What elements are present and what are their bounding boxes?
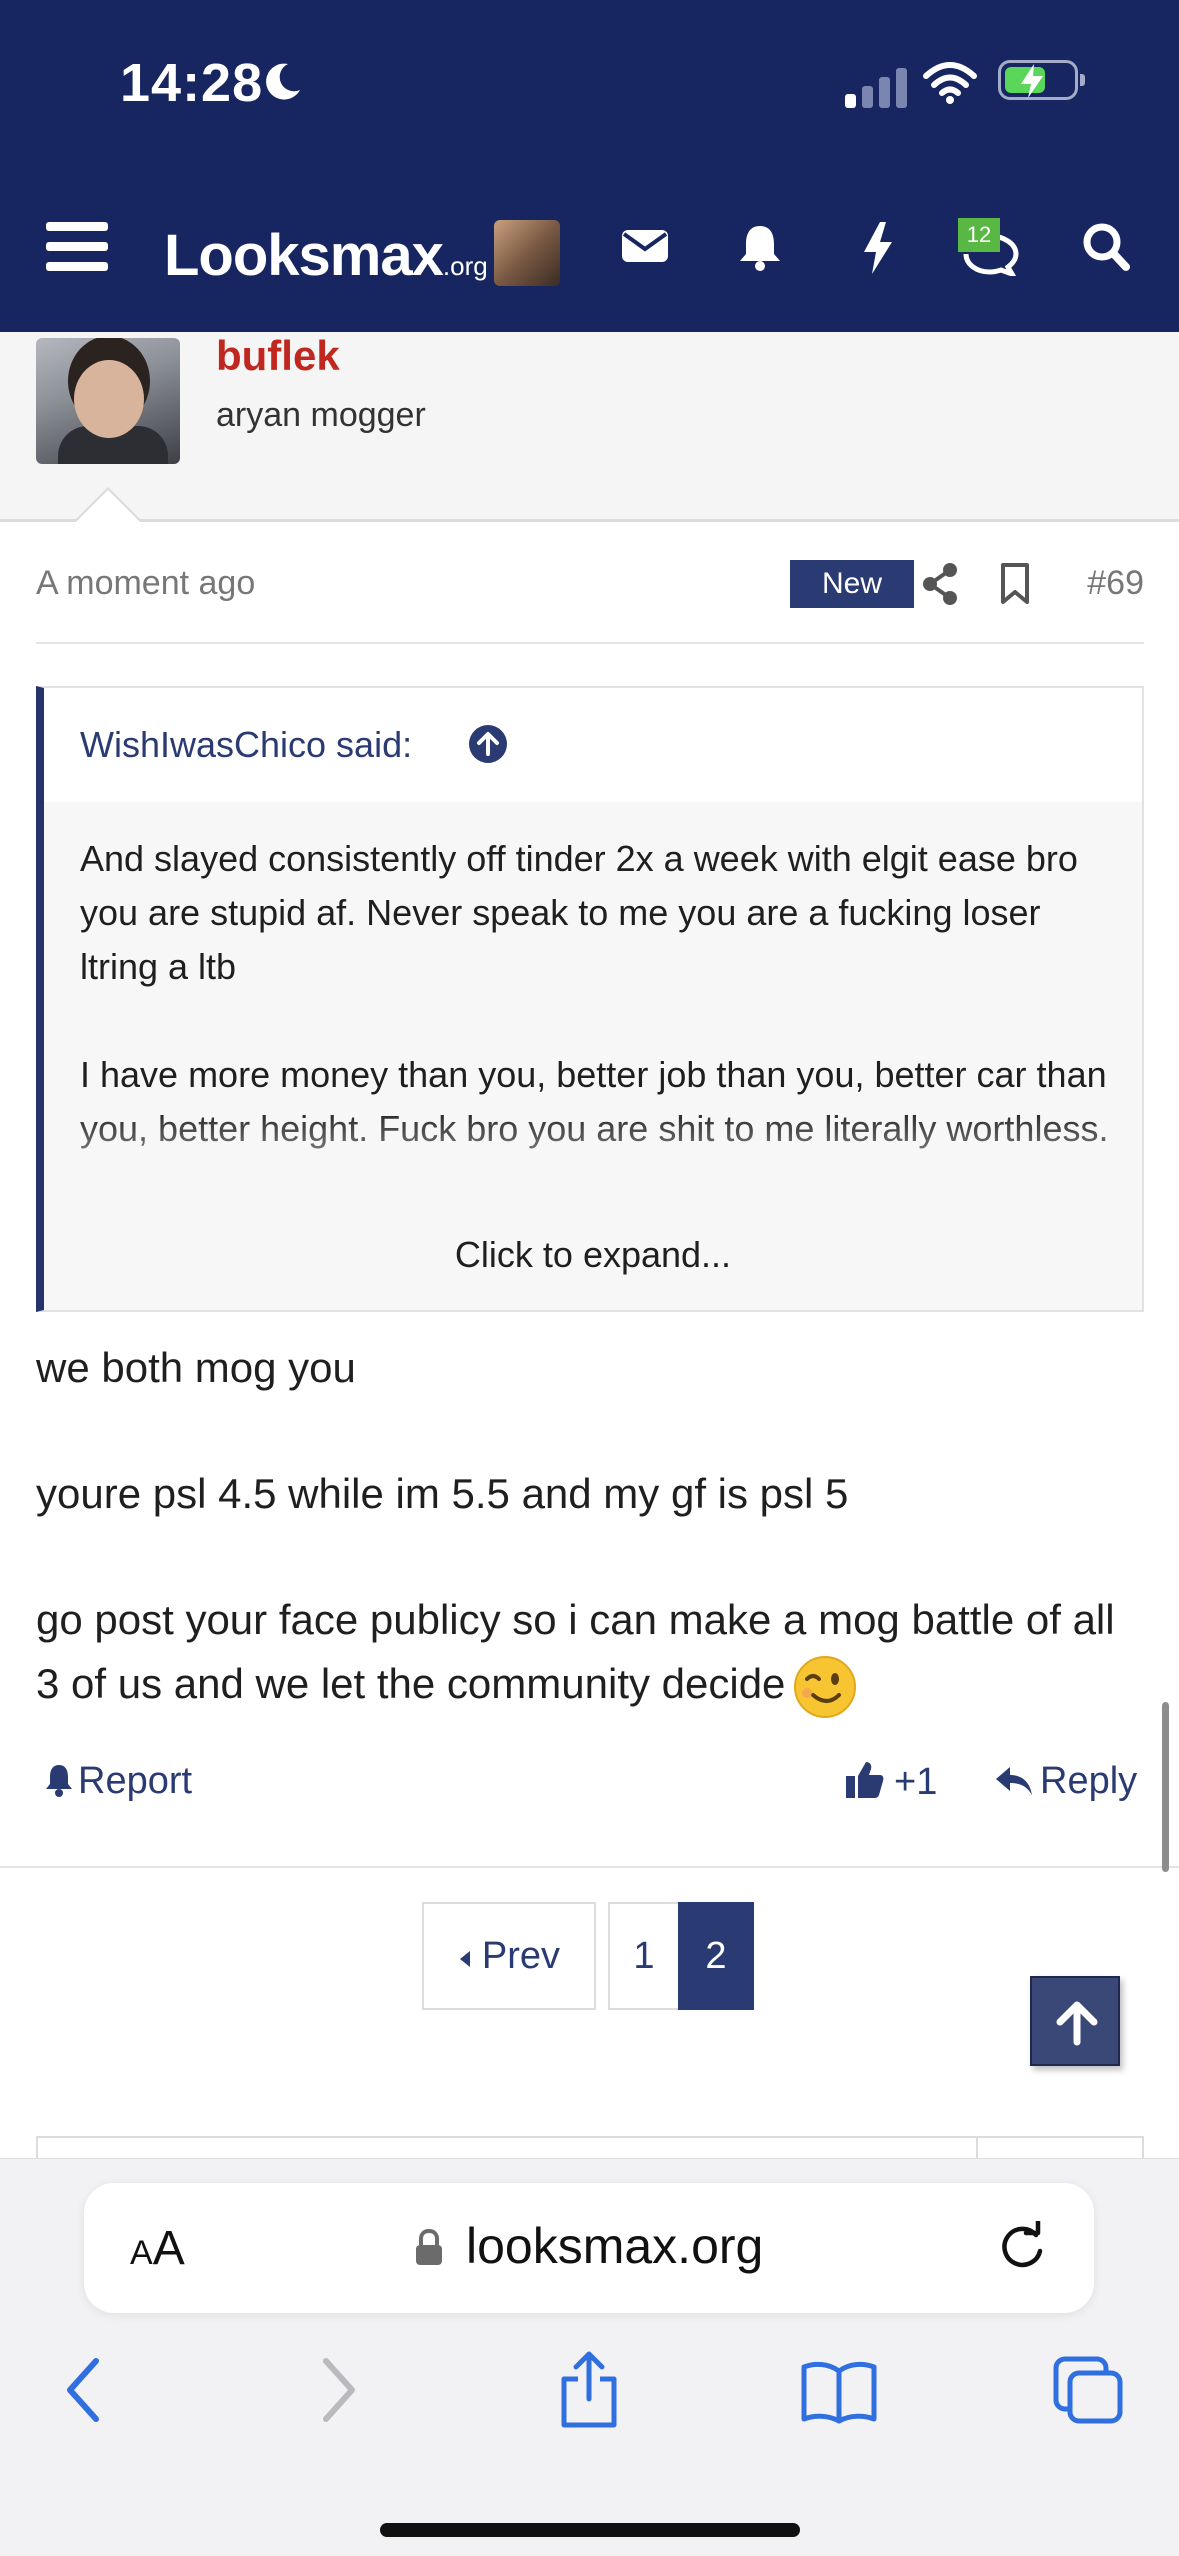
- conversations-badge: 12: [958, 218, 1000, 252]
- report-button[interactable]: Report: [44, 1760, 192, 1803]
- browser-toolbar: AA looksmax.org: [0, 2158, 1179, 2556]
- lock-icon: [416, 2229, 442, 2265]
- quote-author[interactable]: WishIwasChico said:: [80, 724, 412, 766]
- mail-icon[interactable]: [620, 222, 670, 268]
- battery-icon: [998, 60, 1085, 100]
- site-logo[interactable]: Looksmax.org: [164, 222, 488, 289]
- home-indicator: [380, 2523, 800, 2537]
- back-icon[interactable]: [62, 2357, 104, 2423]
- post-content: we both mog you youre psl 4.5 while im 5…: [36, 1336, 1146, 1781]
- quote-paragraph: And slayed consistently off tinder 2x a …: [80, 838, 1078, 987]
- bookmarks-icon[interactable]: [800, 2359, 878, 2425]
- post-paragraph: go post your face publicy so i can make …: [36, 1588, 1146, 1719]
- post-actions: Report +1 Reply: [36, 1760, 1144, 1820]
- page-1-button[interactable]: 1: [608, 1902, 680, 2010]
- reload-icon[interactable]: [996, 2221, 1048, 2273]
- lightning-icon[interactable]: [860, 222, 894, 274]
- post-meta: A moment ago New #69: [36, 556, 1144, 644]
- tabs-icon[interactable]: [1052, 2355, 1124, 2425]
- jump-to-quote-icon[interactable]: [468, 724, 508, 764]
- prev-page-button[interactable]: Prev: [422, 1902, 596, 2010]
- next-section-edge: [36, 2136, 1144, 2162]
- menu-icon[interactable]: [46, 222, 108, 272]
- page-2-button[interactable]: 2: [678, 1902, 754, 2010]
- post-timestamp[interactable]: A moment ago: [36, 564, 255, 603]
- url-text[interactable]: looksmax.org: [466, 2217, 763, 2275]
- scrollbar[interactable]: [1162, 1702, 1169, 1872]
- scroll-to-top-button[interactable]: [1030, 1976, 1120, 2066]
- poster-avatar[interactable]: [36, 338, 180, 464]
- reply-button[interactable]: Reply: [994, 1760, 1137, 1803]
- bell-icon: [46, 1765, 72, 1797]
- bell-icon[interactable]: [736, 222, 784, 272]
- winking-face-emoji-icon: [794, 1655, 857, 1718]
- post-paragraph: youre psl 4.5 while im 5.5 and my gf is …: [36, 1470, 849, 1517]
- post-number[interactable]: #69: [1087, 564, 1144, 603]
- thumbs-up-icon: [846, 1762, 884, 1798]
- new-badge: New: [790, 560, 914, 608]
- moon-icon: [266, 63, 300, 100]
- like-button[interactable]: +1: [844, 1760, 937, 1804]
- bookmark-icon[interactable]: [998, 562, 1032, 606]
- post-divider: [0, 1866, 1179, 1868]
- address-bar[interactable]: AA looksmax.org: [84, 2183, 1094, 2313]
- post-paragraph: we both mog you: [36, 1344, 356, 1391]
- site-header: 14:28 Looksmax.org 12: [0, 0, 1179, 332]
- cellular-signal-icon: [845, 64, 907, 108]
- post-user-header: buflek aryan mogger: [0, 332, 1179, 522]
- caret-left-icon: [459, 1951, 470, 1967]
- click-to-expand-link[interactable]: Click to expand...: [44, 1234, 1142, 1276]
- user-avatar-button[interactable]: [494, 220, 560, 286]
- arrow-up-icon: [1056, 2001, 1098, 2046]
- poster-title: aryan mogger: [216, 396, 426, 434]
- share-icon[interactable]: [920, 556, 960, 616]
- text-size-button[interactable]: AA: [130, 2221, 185, 2276]
- poster-username[interactable]: buflek: [216, 332, 340, 380]
- wifi-icon: [923, 62, 977, 104]
- forward-icon[interactable]: [318, 2357, 360, 2423]
- quote-block: WishIwasChico said: And slayed consisten…: [36, 686, 1144, 1312]
- share-sheet-icon[interactable]: [556, 2351, 622, 2429]
- reply-arrow-icon: [996, 1767, 1032, 1795]
- search-icon[interactable]: [1082, 222, 1130, 272]
- status-time: 14:28: [120, 53, 264, 113]
